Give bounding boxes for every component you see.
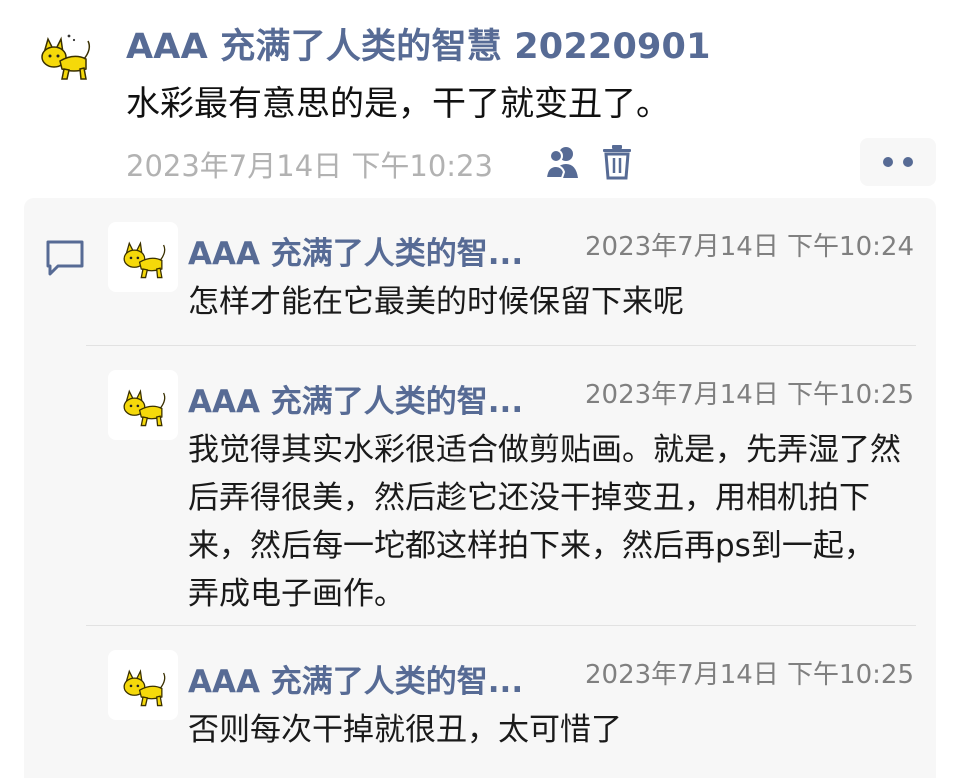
comment-avatar[interactable] [108,370,178,440]
comments-section: AAA 充满了人类的智... 2023年7月14日 下午10:24 怎样才能在它… [24,198,936,778]
comment-bubble-icon [46,240,84,276]
comment-avatar[interactable] [108,650,178,720]
comment-avatar[interactable] [108,222,178,292]
comment-text: 否则每次干掉就很丑，太可惜了 [188,712,622,748]
comment-author-name[interactable]: AAA 充满了人类的智... [188,228,548,273]
comment-text: 怎样才能在它最美的时候保留下来呢 [188,284,684,320]
yellow-cat-avatar-icon [123,389,166,427]
post-timestamp: 2023年7月14日 下午10:23 [126,149,493,183]
more-dot-icon [903,157,913,167]
comment-author-name[interactable]: AAA 充满了人类的智... [188,376,548,421]
yellow-cat-avatar-icon [123,241,166,279]
trash-icon[interactable] [600,143,634,181]
comment-divider [86,625,916,626]
yellow-cat-avatar-icon [41,34,91,80]
comment-timestamp: 2023年7月14日 下午10:25 [585,380,914,410]
post-text: 水彩最有意思的是，干了就变丑了。 [126,84,670,124]
friends-visibility-icon[interactable] [544,144,582,180]
yellow-cat-avatar-icon [123,669,166,707]
more-options-button[interactable] [860,138,936,186]
post-author-name[interactable]: AAA 充满了人类的智慧 20220901 [126,18,711,69]
comment-author-name[interactable]: AAA 充满了人类的智... [188,656,548,701]
comment-timestamp: 2023年7月14日 下午10:25 [585,660,914,690]
comment-text: 我觉得其实水彩很适合做剪贴画。就是，先弄湿了然后弄得很美，然后趁它还没干掉变丑，… [188,432,901,612]
post-author-avatar[interactable] [24,20,104,90]
more-dot-icon [883,157,893,167]
comment-timestamp: 2023年7月14日 下午10:24 [585,232,914,262]
comment-divider [86,345,916,346]
